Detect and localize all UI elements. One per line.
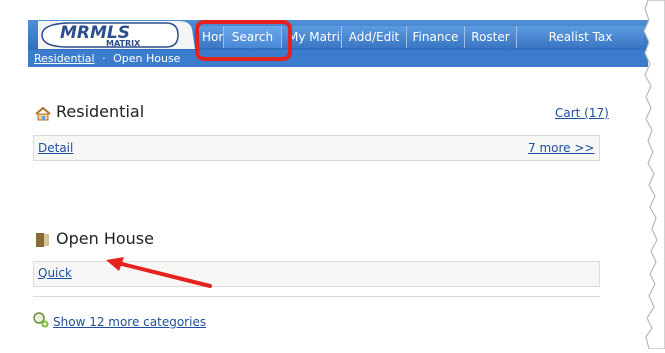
breadcrumb-separator: · (102, 52, 106, 65)
logo-graphic: MRMLS MATRIX (38, 21, 195, 49)
tab-roster-label: Roster (471, 30, 510, 44)
residential-title: Residential (56, 102, 145, 121)
tab-finance[interactable]: Finance (406, 26, 464, 48)
cart-link[interactable]: Cart (17) (555, 106, 609, 120)
house-icon (35, 106, 51, 121)
section-divider (33, 296, 600, 297)
detail-link[interactable]: Detail (38, 141, 73, 155)
more-link[interactable]: 7 more >> (528, 141, 594, 155)
open-house-icon (36, 232, 50, 247)
tab-realist-tax-label: Realist Tax (548, 30, 613, 44)
search-tab-highlight-annotation (195, 20, 292, 61)
breadcrumb: Residential · Open House (34, 52, 180, 65)
show-more-categories-link[interactable]: Show 12 more categories (53, 315, 206, 329)
matrix-page: MRMLS MATRIX Home Search My Matrix Add/E… (0, 0, 648, 349)
tab-my-matrix-label: My Matrix (288, 30, 341, 44)
magnifier-plus-icon[interactable] (33, 312, 49, 328)
tab-roster[interactable]: Roster (464, 26, 516, 48)
breadcrumb-current: Open House (113, 52, 181, 65)
tab-finance-label: Finance (412, 30, 459, 44)
residential-links-row (33, 135, 600, 161)
quick-link[interactable]: Quick (38, 266, 72, 280)
mrmls-matrix-logo[interactable]: MRMLS MATRIX (38, 19, 195, 49)
tab-realist-tax[interactable]: Realist Tax (516, 26, 644, 48)
breadcrumb-residential-link[interactable]: Residential (34, 52, 95, 65)
tab-add-edit[interactable]: Add/Edit (341, 26, 406, 48)
red-arrow-annotation (100, 255, 215, 290)
open-house-title: Open House (56, 229, 154, 248)
logo-subtext: MATRIX (106, 39, 141, 48)
tab-add-edit-label: Add/Edit (348, 30, 400, 44)
